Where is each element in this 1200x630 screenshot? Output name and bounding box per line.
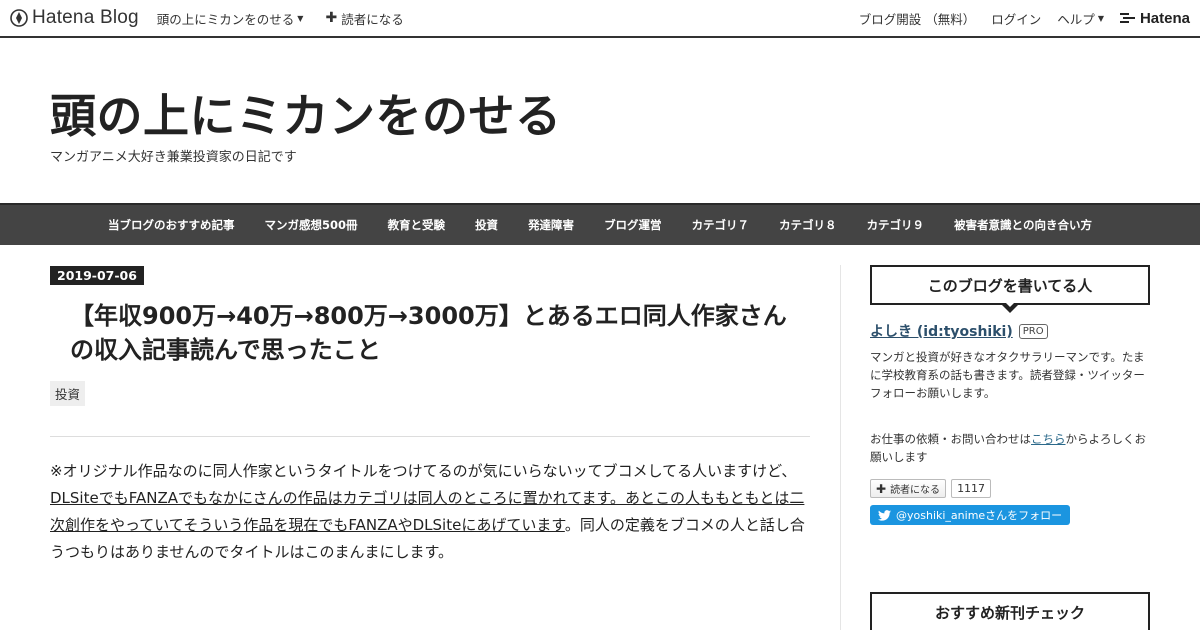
entry-body-text: ※オリジナル作品なのに同人作家というタイトルをつけてるのが気にいらないッてブコメ…: [50, 462, 797, 480]
sidebar-subscribe-label: 読者になる: [890, 485, 941, 496]
nav-item-manga-reviews[interactable]: マンガ感想500冊: [250, 217, 373, 233]
contact-text: お仕事の依頼・お問い合わせはこちらからよろしくお願いします: [870, 430, 1150, 466]
subscribe-row: ✚ 読者になる 1117: [870, 479, 1150, 498]
hatena-blog-pen-icon: [10, 9, 28, 27]
plus-icon: ✚: [325, 10, 338, 26]
speech-bubble-tail: [1000, 300, 1020, 313]
nav-item-education[interactable]: 教育と受験: [373, 217, 461, 233]
nav-item-developmental[interactable]: 発達障害: [513, 217, 589, 233]
global-header-left: Hatena Blog 頭の上にミカンをのせる ▼ ✚ 読者になる: [0, 0, 426, 36]
twitter-bird-icon: [878, 509, 891, 521]
author-row: よしき (id:tyoshiki) PRO: [870, 321, 1150, 341]
login-link[interactable]: ログイン: [991, 9, 1041, 28]
global-header-right: ブログ開設 （無料） ログイン ヘルプ ▼ Hatena: [859, 0, 1200, 36]
nav-item-victim-mentality[interactable]: 被害者意識との向き合い方: [939, 217, 1107, 233]
entry-date[interactable]: 2019-07-06: [50, 266, 144, 285]
sidebar-subscribe-button[interactable]: ✚ 読者になる: [870, 479, 947, 498]
global-header: Hatena Blog 頭の上にミカンをのせる ▼ ✚ 読者になる ブログ開設 …: [0, 0, 1200, 38]
nav-item-category-9[interactable]: カテゴリ９: [852, 217, 940, 233]
author-description: マンガと投資が好きなオタクサラリーマンです。たまに学校教育系の話も書きます。読者…: [870, 350, 1145, 400]
nav-item-category-8[interactable]: カテゴリ８: [764, 217, 852, 233]
entry-body: ※オリジナル作品なのに同人作家というタイトルをつけてるのが気にいらないッてブコメ…: [50, 458, 810, 566]
blog-menu-label: 頭の上にミカンをのせる: [156, 11, 295, 27]
caret-down-icon: ▼: [297, 13, 304, 23]
column-divider: [840, 265, 841, 630]
twitter-follow-button[interactable]: @yoshiki_animeさんをフォロー: [870, 505, 1071, 525]
caret-down-icon: ▼: [1097, 13, 1104, 23]
hatena-logo[interactable]: Hatena: [1119, 9, 1190, 27]
hatena-mark-icon: [1119, 13, 1135, 23]
profile-module-title-text: このブログを書いてる人: [927, 276, 1093, 295]
category-nav: 当ブログのおすすめ記事 マンガ感想500冊 教育と受験 投資 発達障害 ブログ運…: [0, 203, 1200, 245]
nav-item-blog-management[interactable]: ブログ運営: [589, 217, 677, 233]
blog-title[interactable]: 頭の上にミカンをのせる: [50, 80, 562, 146]
contact-link[interactable]: こちら: [1031, 432, 1066, 446]
hatena-blog-logo-text: Hatena Blog: [32, 7, 139, 28]
twitter-follow-label: @yoshiki_animeさんをフォロー: [896, 509, 1063, 522]
help-dropdown[interactable]: ヘルプ ▼: [1057, 9, 1104, 28]
author-name-link[interactable]: よしき (id:tyoshiki): [870, 321, 1013, 341]
blog-header: 頭の上にミカンをのせる マンガアニメ大好き兼業投資家の日記です: [0, 40, 1200, 203]
subscriber-count: 1117: [951, 479, 992, 498]
blog-description: マンガアニメ大好き兼業投資家の日記です: [50, 150, 297, 165]
entry-divider: [50, 436, 810, 437]
nav-item-investment[interactable]: 投資: [460, 217, 513, 233]
help-label: ヘルプ: [1057, 11, 1095, 27]
blog-menu-dropdown[interactable]: 頭の上にミカンをのせる ▼: [157, 9, 304, 28]
entry-title[interactable]: 【年収900万→40万→800万→3000万】とあるエロ同人作家さんの収入記事読…: [70, 299, 800, 367]
open-blog-link[interactable]: ブログ開設 （無料）: [859, 9, 975, 28]
nav-item-category-7[interactable]: カテゴリ７: [677, 217, 765, 233]
sidebar: このブログを書いてる人 よしき (id:tyoshiki) PRO マンガと投資…: [870, 265, 1150, 630]
new-books-module-title: おすすめ新刊チェック: [870, 592, 1150, 630]
plus-icon: ✚: [876, 481, 887, 496]
hatena-logo-text: Hatena: [1139, 9, 1190, 27]
profile-module-title: このブログを書いてる人: [870, 265, 1150, 313]
contact-before: お仕事の依頼・お問い合わせは: [870, 432, 1031, 446]
hatena-blog-logo[interactable]: Hatena Blog: [10, 7, 139, 29]
entry-category-tag[interactable]: 投資: [50, 381, 86, 406]
new-books-module-title-text: おすすめ新刊チェック: [934, 603, 1085, 622]
pro-badge: PRO: [1018, 323, 1048, 339]
global-subscribe-button[interactable]: ✚ 読者になる: [325, 9, 403, 28]
nav-item-recommended[interactable]: 当ブログのおすすめ記事: [93, 217, 250, 233]
main-content: 2019-07-06 【年収900万→40万→800万→3000万】とあるエロ同…: [50, 265, 810, 566]
global-subscribe-label: 読者になる: [341, 11, 404, 27]
